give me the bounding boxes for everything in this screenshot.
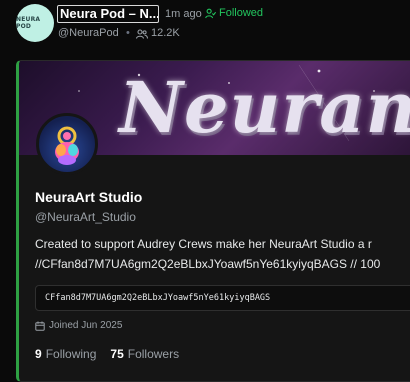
contract-address: CFfan8d7M7UA6gm2Q2eBLbxJYoawf5nYe61kyiyq… — [45, 293, 271, 303]
joined-date: Joined Jun 2025 — [35, 320, 122, 331]
post-view: NEURA POD Neura Pod – N... 1m ago Follow… — [0, 0, 410, 382]
post-header: NEURA POD Neura Pod – N... 1m ago Follow… — [0, 0, 410, 52]
contract-address-box[interactable]: CFfan8d7M7UA6gm2Q2eBLbxJYoawf5nYe61kyiyq… — [35, 285, 410, 311]
profile-stats: 9 Following 75 Followers — [35, 347, 193, 361]
profile-avatar[interactable] — [36, 113, 98, 175]
author-display-name[interactable]: Neura Pod – N... — [57, 5, 159, 23]
following-stat[interactable]: 9 Following — [35, 347, 96, 361]
profile-handle: @NeuraArt_Studio — [35, 210, 136, 224]
person-check-icon — [205, 8, 216, 18]
joined-label: Joined Jun 2025 — [49, 320, 123, 331]
banner-wordmark: Neuran — [119, 66, 410, 149]
following-label: Following — [45, 347, 97, 361]
post-timestamp: 1m ago — [165, 8, 202, 20]
follow-status[interactable]: Followed — [205, 7, 263, 19]
profile-bio-line: Created to support Audrey Crews make her… — [35, 237, 372, 251]
profile-bio-line: //CFfan8d7M7UA6gm2Q2eBLbxJYoawf5nYe61kyi… — [35, 257, 381, 271]
following-count: 9 — [35, 347, 42, 361]
profile-name[interactable]: NeuraArt Studio — [35, 189, 142, 205]
followers-stat[interactable]: 75 Followers — [110, 347, 179, 361]
author-handle[interactable]: @NeuraPod — [58, 27, 119, 39]
followers-count: 75 — [110, 347, 124, 361]
people-icon — [136, 29, 148, 39]
author-avatar-text: NEURA POD — [16, 16, 41, 30]
profile-avatar-figure — [55, 126, 79, 165]
author-follower-count: 12.2K — [151, 27, 180, 39]
profile-card[interactable]: Neuran NeuraArt Studio @NeuraArt_Studio … — [16, 60, 410, 382]
author-avatar[interactable]: NEURA POD — [16, 4, 54, 42]
calendar-icon — [35, 321, 45, 331]
separator-dot: • — [126, 27, 130, 39]
follow-status-label: Followed — [219, 7, 264, 19]
followers-label: Followers — [127, 347, 180, 361]
